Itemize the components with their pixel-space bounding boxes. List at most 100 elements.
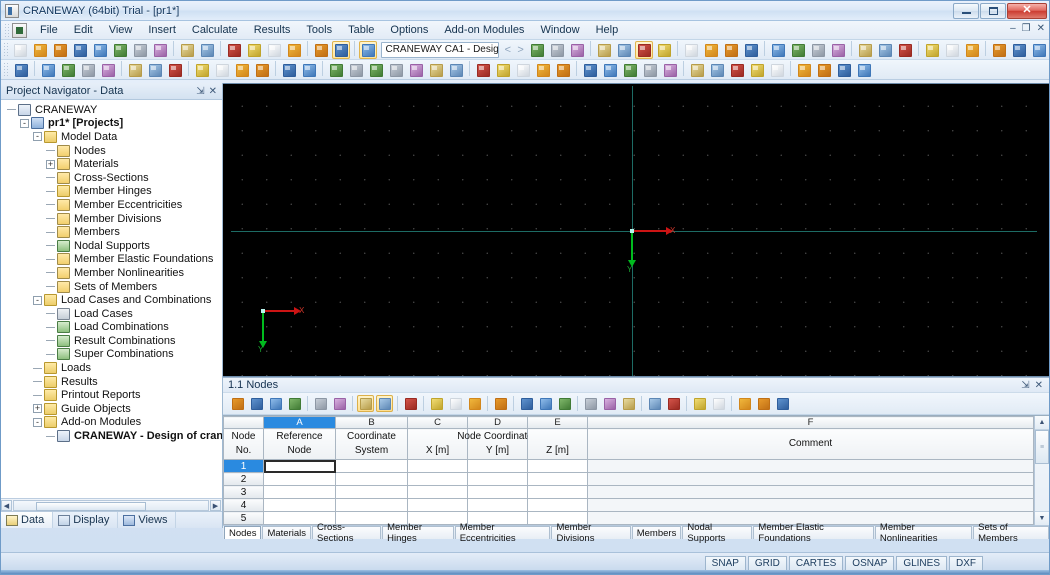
column-header-B[interactable]: B bbox=[335, 416, 408, 429]
mdi-restore-button[interactable]: ❐ bbox=[1022, 23, 1031, 34]
extra-tool-3[interactable] bbox=[427, 61, 445, 79]
sort-icon[interactable] bbox=[286, 395, 303, 412]
row-number[interactable]: 4 bbox=[223, 498, 264, 512]
tree-item-printout-reports[interactable]: Printout Reports bbox=[1, 388, 222, 402]
cell-B-2[interactable] bbox=[335, 472, 408, 486]
minimize-button[interactable] bbox=[953, 2, 979, 19]
sheet-tab-member-eccentricities[interactable]: Member Eccentricities bbox=[454, 522, 551, 544]
menu-item-results[interactable]: Results bbox=[246, 21, 299, 39]
extra-tool-5[interactable] bbox=[474, 61, 492, 79]
collapse-toggle-icon[interactable]: - bbox=[33, 417, 42, 427]
sheet-tab-member-hinges[interactable]: Member Hinges bbox=[382, 522, 454, 544]
hscroll-track[interactable] bbox=[13, 500, 209, 511]
cell-D-1[interactable] bbox=[467, 459, 528, 473]
extra-tool-21[interactable] bbox=[815, 61, 833, 79]
tree-item-member-elastic-foundations[interactable]: Member Elastic Foundations bbox=[1, 253, 222, 267]
table-row[interactable]: 2 bbox=[223, 472, 1034, 486]
mesh-icon[interactable] bbox=[789, 41, 807, 59]
tree-item-guide-objects[interactable]: + Guide Objects bbox=[1, 402, 222, 416]
sheet-tab-member-nonlinearities[interactable]: Member Nonlinearities bbox=[874, 522, 973, 544]
insert-column-icon[interactable] bbox=[267, 395, 284, 412]
scroll-right-arrow[interactable]: ▶ bbox=[210, 500, 221, 511]
link-icon[interactable] bbox=[665, 395, 682, 412]
dxf-layer-icon[interactable] bbox=[327, 61, 345, 79]
solid-tool-icon[interactable] bbox=[79, 61, 97, 79]
tree-item-pr1-projects[interactable]: - pr1* [Projects] bbox=[1, 117, 222, 131]
extra-tool-8[interactable] bbox=[534, 61, 552, 79]
row-number[interactable]: 2 bbox=[223, 472, 264, 486]
sheet-tab-nodes[interactable]: Nodes bbox=[224, 526, 262, 539]
nodal-load-icon[interactable] bbox=[233, 61, 251, 79]
tree-item-nodal-supports[interactable]: Nodal Supports bbox=[1, 239, 222, 253]
arrange-icon[interactable] bbox=[736, 395, 753, 412]
results-icon[interactable] bbox=[742, 41, 760, 59]
redo-icon[interactable] bbox=[376, 395, 393, 412]
extra-tool-0[interactable] bbox=[367, 61, 385, 79]
tree-item-members[interactable]: Members bbox=[1, 225, 222, 239]
extra-tool-2[interactable] bbox=[407, 61, 425, 79]
pin-icon[interactable] bbox=[1010, 41, 1028, 59]
surface-load-icon[interactable] bbox=[193, 61, 211, 79]
refresh-icon[interactable] bbox=[402, 395, 419, 412]
help-icon[interactable] bbox=[1030, 41, 1048, 59]
new-file-icon[interactable] bbox=[11, 41, 29, 59]
column-header-F[interactable]: F bbox=[587, 416, 1034, 429]
close-icon[interactable]: ✕ bbox=[209, 86, 217, 97]
undo-icon[interactable] bbox=[357, 395, 374, 412]
rotate-icon[interactable] bbox=[702, 41, 720, 59]
table-row[interactable]: 3 bbox=[223, 485, 1034, 499]
status-toggle-snap[interactable]: SNAP bbox=[704, 556, 746, 571]
extra-tool-13[interactable] bbox=[641, 61, 659, 79]
cell-C-4[interactable] bbox=[407, 498, 468, 512]
cell-A-3[interactable] bbox=[263, 485, 336, 499]
cell-C-3[interactable] bbox=[407, 485, 468, 499]
pin-icon[interactable]: ⇲ bbox=[196, 86, 204, 97]
row-number[interactable]: 1 bbox=[223, 459, 264, 473]
loads-icon[interactable] bbox=[595, 41, 613, 59]
hinge-tool-icon[interactable] bbox=[99, 61, 117, 79]
print-report-icon[interactable] bbox=[963, 41, 981, 59]
menu-item-view[interactable]: View bbox=[101, 21, 141, 39]
cell-F-1[interactable] bbox=[587, 459, 1034, 473]
side-view-icon[interactable] bbox=[943, 41, 961, 59]
layers-icon[interactable] bbox=[312, 41, 330, 59]
column-header-D[interactable]: D bbox=[467, 416, 528, 429]
undo-icon[interactable] bbox=[178, 41, 196, 59]
pan-right-icon[interactable] bbox=[568, 41, 586, 59]
navigator-tab-views[interactable]: Views bbox=[118, 512, 177, 528]
eraser-icon[interactable] bbox=[225, 41, 243, 59]
cell-E-3[interactable] bbox=[527, 485, 588, 499]
cell-D-2[interactable] bbox=[467, 472, 528, 486]
sheet-tab-member-divisions[interactable]: Member Divisions bbox=[551, 522, 631, 544]
table-vscrollbar[interactable]: ▲ ≡ ▼ bbox=[1034, 416, 1049, 525]
diagram-icon[interactable] bbox=[856, 41, 874, 59]
extra-tool-14[interactable] bbox=[661, 61, 679, 79]
column-letter-row[interactable]: ABCDEF bbox=[223, 416, 1034, 429]
cell-C-1[interactable] bbox=[407, 459, 468, 473]
expand-toggle-icon[interactable]: + bbox=[33, 404, 42, 414]
table-grid[interactable]: ABCDEF Node No. Reference Node Coordinate Sys… bbox=[223, 415, 1049, 525]
tree-item-member-nonlinearities[interactable]: Member Nonlinearities bbox=[1, 266, 222, 280]
split-icon[interactable] bbox=[601, 395, 618, 412]
set-of-members-icon[interactable] bbox=[280, 61, 298, 79]
function-icon[interactable] bbox=[755, 395, 772, 412]
cell-B-4[interactable] bbox=[335, 498, 408, 512]
node-tool-icon[interactable] bbox=[12, 61, 30, 79]
export-icon[interactable] bbox=[990, 41, 1008, 59]
navigator-tab-data[interactable]: Data bbox=[1, 512, 54, 528]
scroll-left-arrow[interactable]: ◀ bbox=[1, 500, 12, 511]
collapse-toggle-icon[interactable]: - bbox=[33, 132, 42, 142]
toolbar-grip-handle[interactable] bbox=[3, 42, 9, 57]
extra-tool-12[interactable] bbox=[621, 61, 639, 79]
mdi-close-button[interactable]: ✕ bbox=[1037, 23, 1045, 34]
extra-tool-6[interactable] bbox=[494, 61, 512, 79]
edit-table-icon[interactable] bbox=[229, 395, 246, 412]
close-button[interactable]: ✕ bbox=[1007, 2, 1047, 19]
redo-icon[interactable] bbox=[198, 41, 216, 59]
extra-tool-18[interactable] bbox=[748, 61, 766, 79]
cell-E-2[interactable] bbox=[527, 472, 588, 486]
imperfection-icon[interactable] bbox=[253, 61, 271, 79]
tree-item-member-divisions[interactable]: Member Divisions bbox=[1, 212, 222, 226]
cell-B-3[interactable] bbox=[335, 485, 408, 499]
navigator-tab-display[interactable]: Display bbox=[53, 512, 119, 528]
